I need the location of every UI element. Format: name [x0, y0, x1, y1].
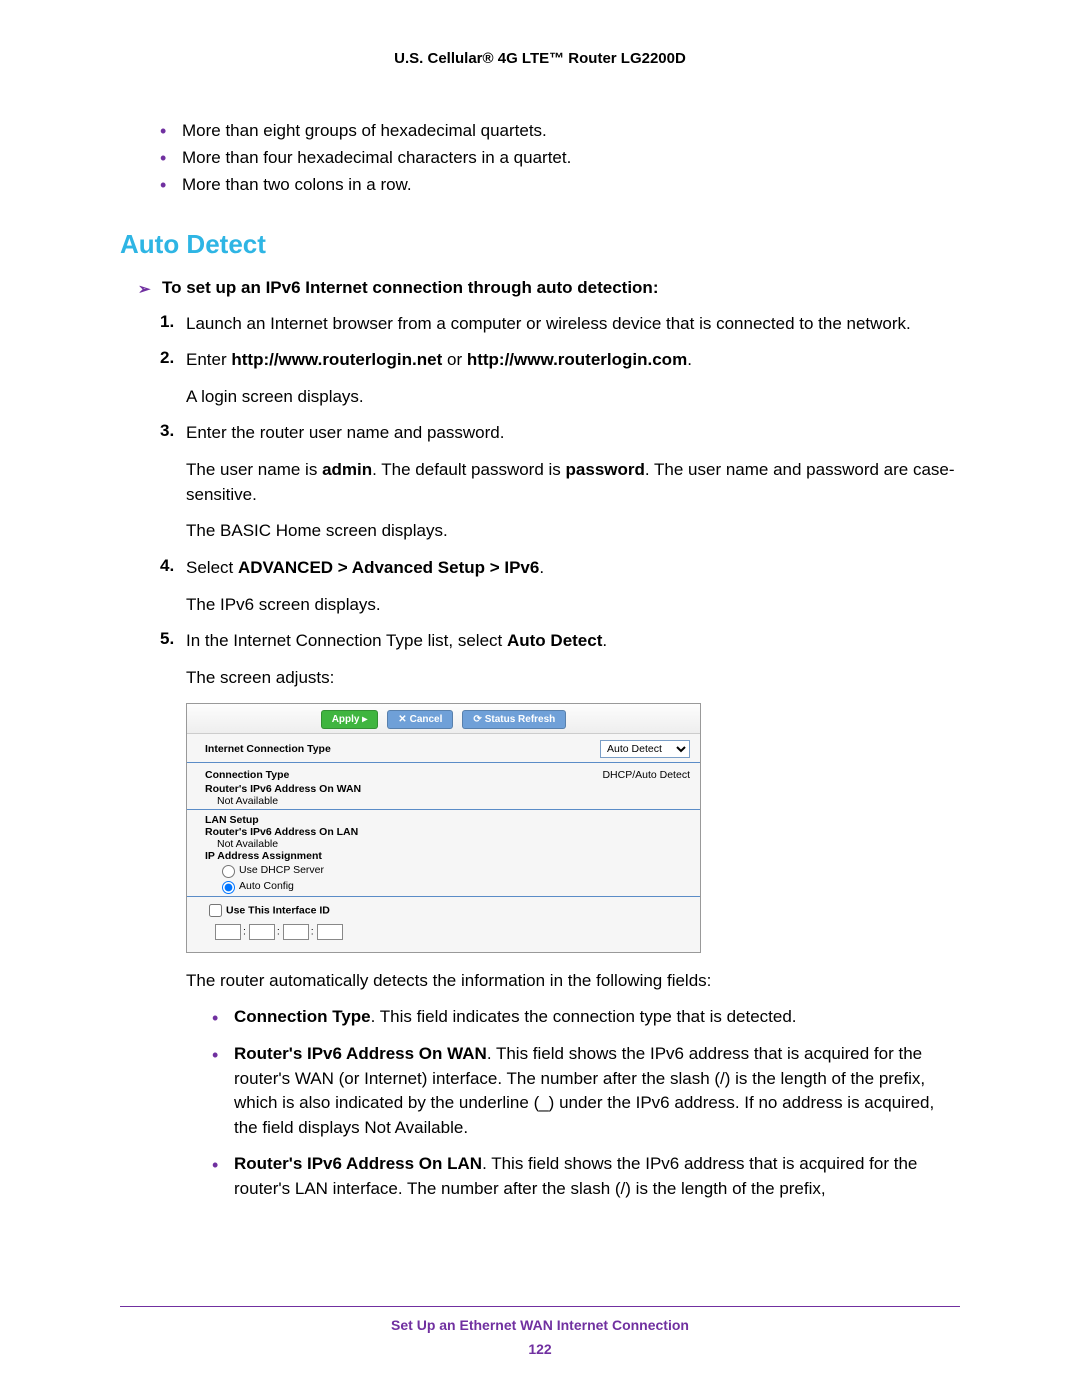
wan-addr-label: Router's IPv6 Address On WAN [205, 783, 690, 795]
step-number: 2. [160, 348, 174, 368]
step-text: Select ADVANCED > Advanced Setup > IPv6. [186, 556, 960, 581]
conn-type-label: Connection Type [205, 769, 289, 781]
field-item: Router's IPv6 Address On WAN. This field… [212, 1042, 960, 1141]
nav-path: ADVANCED > Advanced Setup > IPv6 [238, 558, 539, 577]
lan-addr-value: Not Available [205, 838, 690, 850]
ict-label: Internet Connection Type [205, 743, 331, 755]
step-text: Enter the router user name and password. [186, 421, 960, 446]
auto-radio-label: Auto Config [239, 879, 294, 891]
step-number: 3. [160, 421, 174, 441]
field-item: Connection Type. This field indicates th… [212, 1005, 960, 1030]
invalid-ipv6-bullets: More than eight groups of hexadecimal qu… [160, 117, 960, 199]
url-text: http://www.routerlogin.net [231, 350, 442, 369]
step-3: 3. Enter the router user name and passwo… [160, 421, 960, 544]
cancel-button[interactable]: ✕Cancel [387, 710, 453, 729]
iface-label: Use This Interface ID [226, 904, 330, 916]
router-toolbar: Apply ▸ ✕Cancel ⟳Status Refresh [187, 704, 700, 734]
iface-field[interactable] [317, 924, 343, 940]
field-item: Router's IPv6 Address On LAN. This field… [212, 1152, 960, 1201]
after-ui-intro: The router automatically detects the inf… [186, 969, 960, 994]
iface-id-inputs: : : : [215, 924, 690, 940]
page-footer: Set Up an Ethernet WAN Internet Connecti… [0, 1306, 1080, 1357]
task-heading: To set up an IPv6 Internet connection th… [138, 278, 960, 298]
dhcp-radio-label: Use DHCP Server [239, 863, 324, 875]
refresh-icon: ⟳ [473, 714, 481, 725]
apply-button[interactable]: Apply ▸ [321, 710, 379, 729]
bullet-item: More than two colons in a row. [160, 171, 960, 198]
page-number: 122 [0, 1341, 1080, 1357]
doc-header: U.S. Cellular® 4G LTE™ Router LG2200D [120, 50, 960, 67]
bullet-item: More than four hexadecimal characters in… [160, 144, 960, 171]
lan-addr-label: Router's IPv6 Address On LAN [205, 826, 690, 838]
step-number: 5. [160, 629, 174, 649]
iface-field[interactable] [215, 924, 241, 940]
step-2: 2. Enter http://www.routerlogin.net or h… [160, 348, 960, 409]
step-subtext: The BASIC Home screen displays. [186, 519, 960, 544]
footer-rule [120, 1306, 960, 1307]
iface-field[interactable] [283, 924, 309, 940]
footer-title: Set Up an Ethernet WAN Internet Connecti… [0, 1317, 1080, 1333]
step-text: Enter http://www.routerlogin.net or http… [186, 348, 960, 373]
step-1: 1. Launch an Internet browser from a com… [160, 312, 960, 337]
wan-addr-value: Not Available [205, 795, 690, 807]
bullet-item: More than eight groups of hexadecimal qu… [160, 117, 960, 144]
ict-select[interactable]: Auto Detect [600, 740, 690, 758]
status-refresh-button[interactable]: ⟳Status Refresh [462, 710, 566, 729]
step-5: 5. In the Internet Connection Type list,… [160, 629, 960, 1201]
dhcp-radio[interactable] [222, 865, 235, 878]
lan-setup-label: LAN Setup [205, 814, 690, 826]
iface-checkbox[interactable] [209, 904, 222, 917]
step-text: Launch an Internet browser from a comput… [186, 312, 960, 337]
url-text: http://www.routerlogin.com [467, 350, 687, 369]
steps-list: 1. Launch an Internet browser from a com… [160, 312, 960, 1202]
step-text: In the Internet Connection Type list, se… [186, 629, 960, 654]
detected-fields-list: Connection Type. This field indicates th… [212, 1005, 960, 1201]
step-number: 1. [160, 312, 174, 332]
close-icon: ✕ [398, 714, 406, 725]
step-number: 4. [160, 556, 174, 576]
step-subtext: A login screen displays. [186, 385, 960, 410]
router-ui-screenshot: Apply ▸ ✕Cancel ⟳Status Refresh Internet… [186, 703, 701, 953]
page: U.S. Cellular® 4G LTE™ Router LG2200D Mo… [0, 0, 1080, 1397]
iface-field[interactable] [249, 924, 275, 940]
step-subtext: The IPv6 screen displays. [186, 593, 960, 618]
step-subtext: The screen adjusts: [186, 666, 960, 691]
ip-assign-label: IP Address Assignment [205, 850, 690, 862]
section-heading: Auto Detect [120, 229, 960, 260]
step-4: 4. Select ADVANCED > Advanced Setup > IP… [160, 556, 960, 617]
conn-type-value: DHCP/Auto Detect [602, 769, 690, 781]
auto-radio[interactable] [222, 881, 235, 894]
step-subtext: The user name is admin. The default pass… [186, 458, 960, 507]
